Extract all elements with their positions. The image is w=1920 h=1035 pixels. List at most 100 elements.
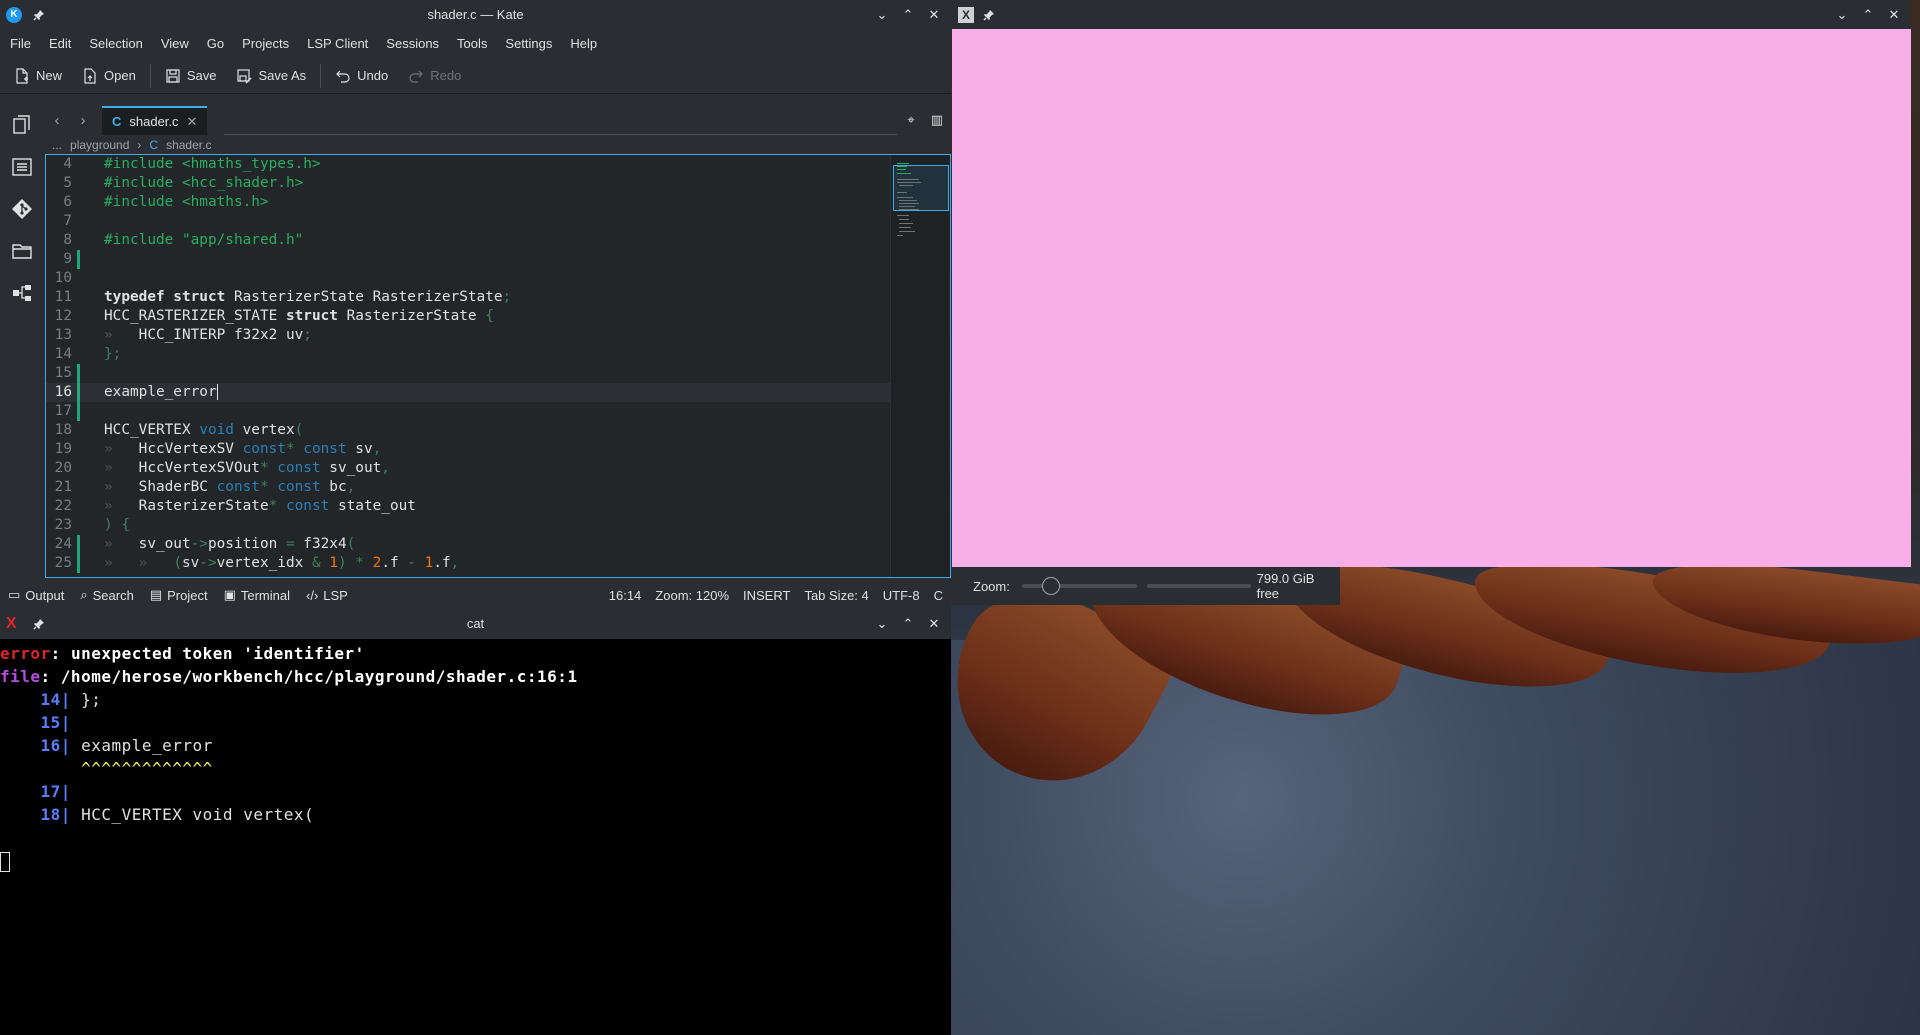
source-line-number: 16: [40, 736, 61, 755]
lsp-panel-button[interactable]: ‹/› LSP: [306, 587, 348, 603]
minimap-viewport[interactable]: [893, 165, 949, 211]
line-number: 17: [54, 403, 72, 419]
close-icon[interactable]: ✕: [927, 8, 941, 22]
code-lines[interactable]: 4 #include <hmaths_types.h> 5 #include <hc…: [46, 155, 890, 573]
error-message: : unexpected token 'identifier': [50, 644, 365, 663]
forward-arrow-icon[interactable]: ›: [70, 112, 96, 129]
minimize-icon[interactable]: ⌄: [875, 8, 889, 22]
open-button[interactable]: Open: [82, 67, 136, 84]
search-panel-button[interactable]: ⌕ Search: [80, 587, 133, 603]
git-icon[interactable]: [11, 198, 33, 220]
line-number: 8: [63, 232, 72, 248]
code-icon: ‹/›: [306, 587, 319, 603]
line-number: 21: [54, 479, 72, 495]
minimap[interactable]: [890, 155, 950, 577]
undo-label: Undo: [357, 68, 389, 83]
project-label: Project: [167, 587, 208, 603]
menu-edit[interactable]: Edit: [43, 36, 77, 51]
minimize-icon[interactable]: ⌄: [1835, 8, 1849, 22]
close-icon[interactable]: ✕: [1887, 8, 1901, 22]
zoom-level[interactable]: Zoom: 120%: [655, 588, 729, 603]
line-number: 7: [63, 213, 72, 229]
terminal-panel-button[interactable]: ▣ Terminal: [224, 587, 290, 603]
menu-selection[interactable]: Selection: [83, 36, 148, 51]
cursor-position[interactable]: 16:14: [609, 588, 642, 603]
error-carets: ^^^^^^^^^^^^^: [81, 759, 213, 778]
file-path: : /home/herose/workbench/hcc/playground/…: [40, 667, 578, 686]
pin-icon[interactable]: [32, 617, 46, 631]
tab-size[interactable]: Tab Size: 4: [804, 588, 868, 603]
tab-shader-c[interactable]: C shader.c ✕: [102, 106, 208, 135]
save-icon: [166, 68, 180, 83]
breadcrumb-file[interactable]: shader.c: [166, 138, 211, 152]
pin-tab-icon[interactable]: ⌖: [907, 112, 914, 128]
save-as-button[interactable]: Save As: [236, 68, 306, 84]
modified-marker: [77, 364, 80, 383]
preview-titlebar: X ⌄ ⌃ ✕: [951, 0, 1911, 29]
menu-go[interactable]: Go: [201, 36, 230, 51]
search-icon: ⌕: [80, 587, 88, 602]
menu-file[interactable]: File: [4, 36, 37, 51]
line-number: 16: [54, 384, 72, 400]
line-number: 25: [54, 555, 72, 571]
output-icon: ▭: [8, 587, 21, 602]
breadcrumb-folder[interactable]: playground: [70, 138, 129, 152]
modified-marker: [77, 250, 80, 269]
line-number: 9: [63, 251, 72, 267]
maximize-icon[interactable]: ⌃: [1861, 8, 1875, 22]
output-panel-button[interactable]: ▭ Output: [8, 587, 64, 603]
symbols-list-icon[interactable]: [11, 156, 33, 178]
save-button[interactable]: Save: [165, 68, 216, 84]
terminal-output[interactable]: error: unexpected token 'identifier' fil…: [0, 639, 951, 872]
undo-button[interactable]: Undo: [335, 68, 388, 84]
code-editor[interactable]: 4 #include <hmaths_types.h> 5 #include <hc…: [45, 154, 951, 578]
tab-close-icon[interactable]: ✕: [187, 114, 198, 130]
menu-help[interactable]: Help: [564, 36, 603, 51]
back-arrow-icon[interactable]: ‹: [44, 112, 70, 129]
line-number: 11: [54, 289, 72, 305]
terminal-cursor: [0, 851, 10, 872]
menu-tools[interactable]: Tools: [451, 36, 493, 51]
menu-lsp-client[interactable]: LSP Client: [301, 36, 374, 51]
source-line-text: HCC_VERTEX void vertex(: [81, 805, 315, 824]
x-app-icon[interactable]: X: [958, 6, 974, 23]
documents-icon[interactable]: [11, 114, 33, 136]
input-mode[interactable]: INSERT: [743, 588, 790, 603]
file-label: file: [0, 667, 41, 686]
minimize-icon[interactable]: ⌄: [875, 617, 889, 631]
project-tree-icon[interactable]: [11, 282, 33, 304]
maximize-icon[interactable]: ⌃: [901, 8, 915, 22]
kate-window: K shader.c — Kate ⌄ ⌃ ✕ File Edit Select…: [0, 0, 951, 608]
menu-settings[interactable]: Settings: [499, 36, 558, 51]
project-panel-button[interactable]: ▤ Project: [150, 587, 208, 603]
kate-app-icon[interactable]: K: [6, 6, 22, 23]
pin-icon[interactable]: [982, 8, 996, 22]
menu-projects[interactable]: Projects: [236, 36, 295, 51]
zoom-slider-handle[interactable]: [1041, 577, 1060, 595]
maximize-icon[interactable]: ⌃: [901, 617, 915, 631]
line-number: 14: [54, 346, 72, 362]
modified-marker: [77, 535, 80, 554]
language-mode[interactable]: C: [934, 588, 943, 603]
side-panel-bar: [0, 104, 44, 580]
source-line-number: 18: [40, 805, 61, 824]
new-button[interactable]: New: [14, 67, 63, 84]
menu-sessions[interactable]: Sessions: [380, 36, 445, 51]
render-output-canvas[interactable]: [952, 29, 1911, 567]
zoom-slider[interactable]: [1021, 577, 1138, 595]
x-app-icon[interactable]: X: [6, 615, 22, 632]
menu-view[interactable]: View: [155, 36, 195, 51]
pin-icon[interactable]: [32, 8, 46, 22]
redo-button[interactable]: Redo: [408, 68, 461, 84]
save-as-label: Save As: [258, 68, 307, 83]
encoding[interactable]: UTF-8: [883, 588, 920, 603]
line-number: 5: [63, 175, 72, 191]
close-icon[interactable]: ✕: [927, 617, 941, 631]
line-number: 13: [54, 327, 72, 343]
breadcrumb-root[interactable]: ...: [52, 138, 62, 152]
c-file-icon: C: [112, 114, 122, 129]
new-label: New: [36, 68, 63, 83]
split-view-icon[interactable]: ▥: [931, 112, 943, 128]
folder-icon[interactable]: [11, 240, 33, 262]
open-file-icon: [84, 67, 96, 84]
